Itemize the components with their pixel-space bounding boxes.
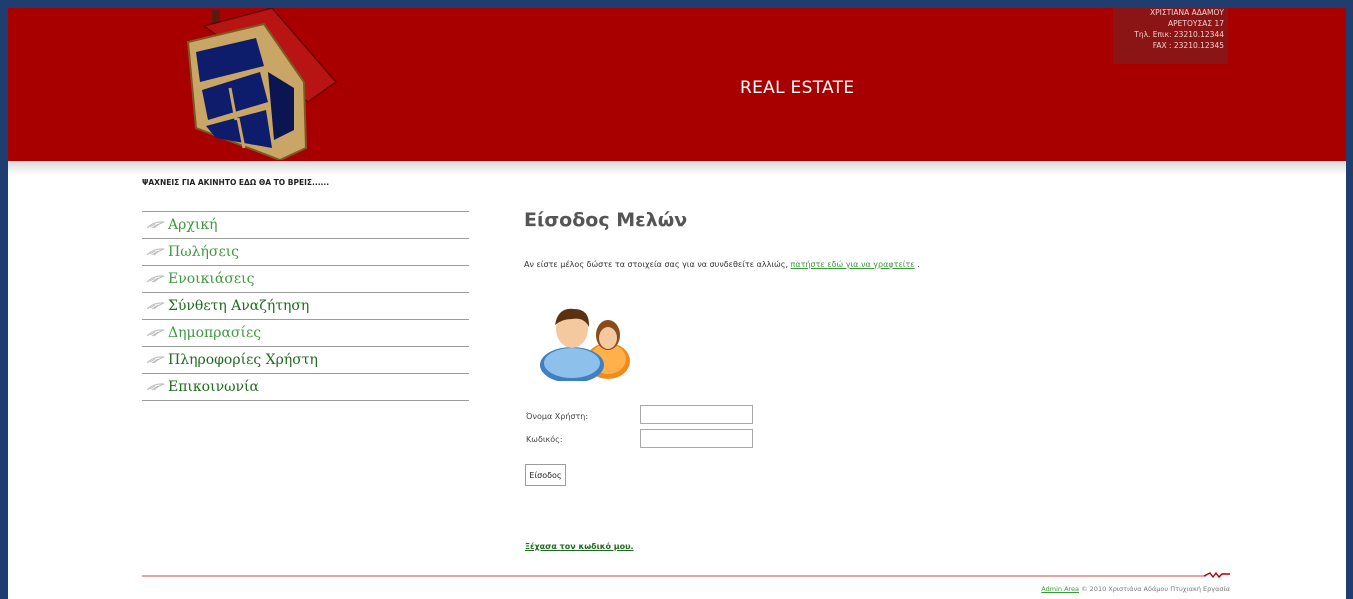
sidebar-item-label: Αρχική	[168, 217, 218, 233]
tagline: ΨΑΧΝΕΙΣ ΓΙΑ ΑΚΙΝΗΤΟ ΕΔΩ ΘΑ ΤΟ ΒΡΕΙΣ.....…	[142, 178, 330, 187]
sidebar-nav: Αρχική Πωλήσεις Ενοικιάσεις Σύνθετη Αναζ…	[142, 211, 469, 401]
intro-end: .	[917, 260, 920, 269]
forgot-password-link[interactable]: Ξέχασα τον κωδικό μου.	[525, 542, 634, 551]
sidebar-item-auctions[interactable]: Δημοπρασίες	[142, 319, 469, 346]
feather-icon	[146, 356, 165, 364]
contact-address: ΑΡΕΤΟΥΣΑΣ 17	[1168, 19, 1224, 28]
sidebar-item-user-info[interactable]: Πληροφορίες Χρήστη	[142, 346, 469, 373]
footer-divider	[142, 571, 1230, 579]
feather-icon	[146, 248, 165, 256]
contact-fax: FAX : 23210.12345	[1152, 41, 1224, 50]
page-frame: REAL ESTATE ΧΡΙΣΤΙΑΝΑ ΑΔΑΜΟΥ ΑΡΕΤΟΥΣΑΣ 1…	[8, 8, 1346, 599]
username-label: Όνομα Χρήστη:	[526, 412, 589, 421]
intro-text: Αν είστε μέλος δώστε τα στοιχεία σας για…	[524, 260, 920, 269]
sidebar-item-label: Ενοικιάσεις	[168, 271, 255, 287]
login-button[interactable]: Είσοδος	[525, 464, 566, 486]
feather-icon	[146, 383, 165, 391]
site-title: REAL ESTATE	[740, 78, 855, 98]
username-input[interactable]	[640, 405, 753, 424]
footer: Admin Area © 2010 Χριστιάνα Αδάμου Πτυχι…	[1041, 585, 1230, 593]
sidebar-item-contact[interactable]: Επικοινωνία	[142, 373, 469, 401]
sidebar-item-sales[interactable]: Πωλήσεις	[142, 238, 469, 265]
page-title: Είσοδος Μελών	[524, 209, 688, 231]
sidebar-item-label: Πληροφορίες Χρήστη	[168, 352, 318, 368]
sidebar-item-label: Επικοινωνία	[168, 379, 259, 395]
sidebar-item-home[interactable]: Αρχική	[142, 211, 469, 238]
sidebar-item-advanced-search[interactable]: Σύνθετη Αναζήτηση	[142, 292, 469, 319]
sidebar-item-rentals[interactable]: Ενοικιάσεις	[142, 265, 469, 292]
sidebar-item-label: Σύνθετη Αναζήτηση	[168, 298, 310, 314]
users-icon	[540, 308, 630, 381]
contact-phone: Τηλ. Επικ: 23210.12344	[1134, 30, 1224, 39]
intro-sentence: Αν είστε μέλος δώστε τα στοιχεία σας για…	[524, 260, 788, 269]
contact-box: ΧΡΙΣΤΙΑΝΑ ΑΔΑΜΟΥ ΑΡΕΤΟΥΣΑΣ 17 Τηλ. Επικ:…	[1113, 8, 1228, 64]
feather-icon	[146, 221, 165, 229]
admin-area-link[interactable]: Admin Area	[1041, 585, 1079, 593]
header-shadow	[8, 161, 1346, 175]
header-banner: REAL ESTATE ΧΡΙΣΤΙΑΝΑ ΑΔΑΜΟΥ ΑΡΕΤΟΥΣΑΣ 1…	[8, 8, 1346, 161]
sidebar-item-label: Δημοπρασίες	[168, 325, 262, 341]
feather-icon	[146, 275, 165, 283]
feather-icon	[146, 329, 165, 337]
password-label: Κωδικός:	[526, 435, 563, 444]
password-input[interactable]	[640, 429, 753, 448]
copyright-text: © 2010 Χριστιάνα Αδάμου Πτυχιακή Εργασία	[1081, 585, 1230, 593]
sidebar-item-label: Πωλήσεις	[168, 244, 240, 260]
house-icon	[186, 8, 338, 160]
contact-name: ΧΡΙΣΤΙΑΝΑ ΑΔΑΜΟΥ	[1149, 8, 1224, 17]
feather-icon	[146, 302, 165, 310]
register-link[interactable]: πατήστε εδώ για να γραφτείτε	[791, 260, 915, 269]
